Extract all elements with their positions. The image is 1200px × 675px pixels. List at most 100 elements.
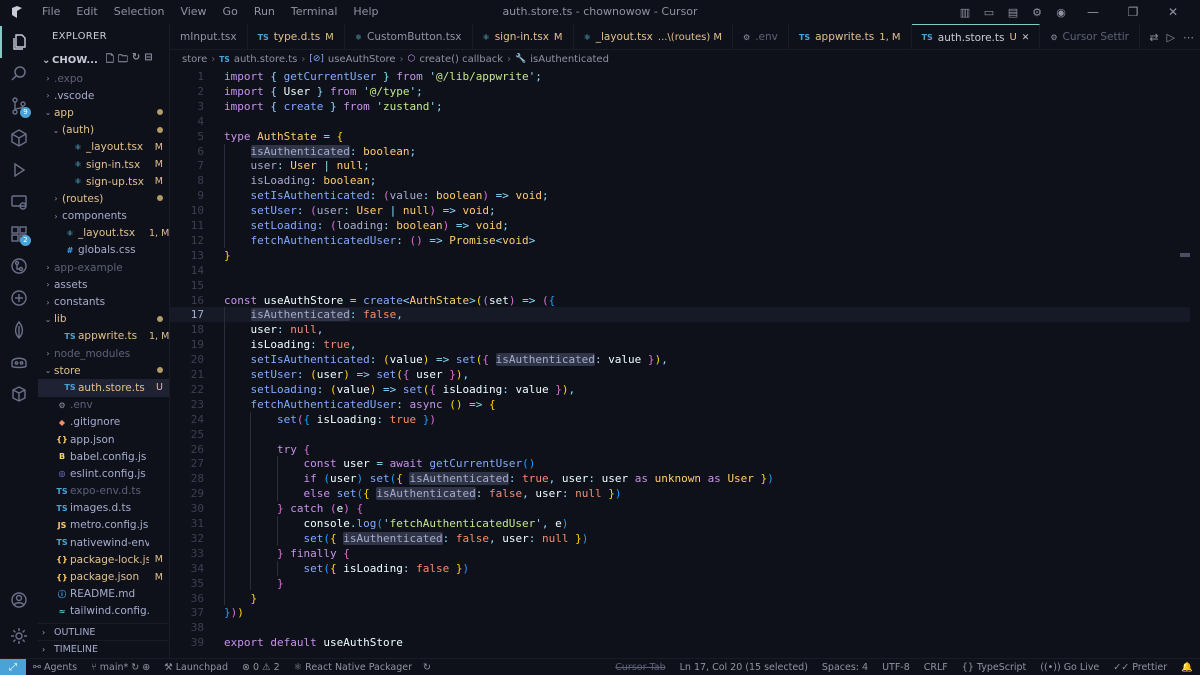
menu-selection[interactable]: Selection <box>106 0 173 24</box>
toggle-secondary-sidebar-icon[interactable]: ▤ <box>1006 5 1020 19</box>
menu-help[interactable]: Help <box>345 0 386 24</box>
split-editor-icon[interactable]: ⇄ <box>1149 31 1158 44</box>
code-line[interactable]: 20 setIsAuthenticated: (value) => set({ … <box>170 352 1190 367</box>
tree-file[interactable]: ⚛ sign-in.tsx M <box>38 156 169 173</box>
tree-file[interactable]: {}package-lock.json M <box>38 551 169 568</box>
tree-file[interactable]: {} package.json M <box>38 568 169 585</box>
editor-tab[interactable]: ⚙ Cursor Settir <box>1040 24 1140 49</box>
code-line[interactable]: 13} <box>170 248 1190 263</box>
code-line[interactable]: 7 user: User | null; <box>170 158 1190 173</box>
run-icon[interactable]: ▷ <box>1167 31 1175 44</box>
editor-tab[interactable]: TS auth.store.ts U ✕ <box>911 24 1041 49</box>
code-line[interactable]: 37})) <box>170 605 1190 620</box>
tree-folder[interactable]: ⌄ lib <box>38 311 169 328</box>
code-line[interactable]: 10 setUser: (user: User | null) => void; <box>170 203 1190 218</box>
tree-file[interactable]: {} app.json <box>38 431 169 448</box>
new-folder-icon[interactable]: 🗀 <box>118 52 128 69</box>
code-line[interactable]: 21 setUser: (user) => set({ user }), <box>170 367 1190 382</box>
editor-tab[interactable]: TS appwrite.ts 1, M <box>789 24 912 49</box>
tree-folder[interactable]: › .expo <box>38 70 169 87</box>
code-line[interactable]: 26 try { <box>170 442 1190 457</box>
manage-gear-icon[interactable] <box>0 620 38 652</box>
code-line[interactable]: 19 isLoading: true, <box>170 337 1190 352</box>
code-line[interactable]: 36 } <box>170 591 1190 606</box>
extensions-box-icon[interactable] <box>0 122 38 154</box>
editor-tab[interactable]: ⚙ .env <box>733 24 789 49</box>
code-line[interactable]: 24 set({ isLoading: true }) <box>170 412 1190 427</box>
tree-file[interactable]: # globals.css <box>38 242 169 259</box>
code-line[interactable]: 22 setLoading: (value) => set({ isLoadin… <box>170 382 1190 397</box>
code-line[interactable]: 35 } <box>170 576 1190 591</box>
tree-folder[interactable]: ⌄ (auth) <box>38 122 169 139</box>
encoding-status[interactable]: UTF-8 <box>875 662 917 673</box>
code-line[interactable]: 5 type AuthState = { <box>170 129 1190 144</box>
mongodb-leaf-icon[interactable] <box>0 314 38 346</box>
language-status[interactable]: {} TypeScript <box>955 662 1033 673</box>
agents-status[interactable]: ⚯ Agents <box>26 662 84 673</box>
toggle-panel-icon[interactable]: ▭ <box>982 5 996 19</box>
code-line[interactable]: 39 export default useAuthStore <box>170 635 1190 650</box>
code-line[interactable]: 31 console.log('fetchAuthenticatedUser',… <box>170 516 1190 531</box>
breadcrumb-symbol[interactable]: useAuthStore <box>328 54 396 65</box>
tree-folder[interactable]: › (routes) <box>38 190 169 207</box>
tree-folder[interactable]: › constants <box>38 293 169 310</box>
account-icon[interactable]: ◉ <box>1054 5 1068 19</box>
remote-explorer-icon[interactable] <box>0 186 38 218</box>
code-line[interactable]: 16 const useAuthStore = create<AuthState>… <box>170 293 1190 308</box>
cursor-tab-status[interactable]: Cursor Tab <box>608 662 672 673</box>
code-editor[interactable]: 1 import { getCurrentUser } from '@/lib/a… <box>170 68 1190 658</box>
tree-file[interactable]: ⚙ .env <box>38 397 169 414</box>
code-line[interactable]: 6 isAuthenticated: boolean; <box>170 144 1190 159</box>
tree-file[interactable]: ⓘ README.md <box>38 586 169 603</box>
tree-file[interactable]: TSnativewind-env.d.ts <box>38 534 169 551</box>
indentation-status[interactable]: Spaces: 4 <box>815 662 875 673</box>
code-line[interactable]: 1 import { getCurrentUser } from '@/lib/a… <box>170 69 1190 84</box>
toggle-sidebar-icon[interactable]: ▥ <box>958 5 972 19</box>
code-line[interactable]: 23 fetchAuthenticatedUser: async () => { <box>170 397 1190 412</box>
tree-file[interactable]: Bbabel.config.js <box>38 448 169 465</box>
explorer-root[interactable]: ⌄ CHOW... 🗋 🗀 ↻ ⊟ <box>38 50 169 70</box>
docker-icon[interactable] <box>0 282 38 314</box>
new-file-icon[interactable]: 🗋 <box>106 52 114 69</box>
tree-file[interactable]: ⚛ _layout.tsx M <box>38 139 169 156</box>
tree-folder[interactable]: › assets <box>38 276 169 293</box>
breadcrumb-property[interactable]: isAuthenticated <box>530 54 609 65</box>
code-line[interactable]: 15 <box>170 278 1190 293</box>
editor-tab[interactable]: mInput.tsx <box>170 24 248 49</box>
tree-file[interactable]: ◎ eslint.config.js <box>38 465 169 482</box>
code-line[interactable]: 27 const user = await getCurrentUser() <box>170 456 1190 471</box>
git-graph-icon[interactable] <box>0 250 38 282</box>
restore-icon[interactable]: ❐ <box>1118 5 1148 19</box>
code-line[interactable]: 32 set({ isAuthenticated: false, user: n… <box>170 531 1190 546</box>
code-line[interactable]: 34 set({ isLoading: false }) <box>170 561 1190 576</box>
settings-icon[interactable]: ⚙ <box>1030 5 1044 19</box>
code-line[interactable]: 12 fetchAuthenticatedUser: () => Promise… <box>170 233 1190 248</box>
remote-indicator-icon[interactable]: ⤢ <box>0 658 26 675</box>
menu-terminal[interactable]: Terminal <box>283 0 346 24</box>
notifications-bell-icon[interactable]: 🔔 <box>1174 662 1200 673</box>
editor-tab[interactable]: TS type.d.ts M <box>248 24 345 49</box>
timeline-section[interactable]: › TIMELINE <box>38 640 169 657</box>
code-line[interactable]: 14 <box>170 263 1190 278</box>
tree-folder[interactable]: ⌄ store <box>38 362 169 379</box>
explorer-icon[interactable] <box>0 26 38 58</box>
copilot-icon[interactable] <box>0 346 38 378</box>
collapse-all-icon[interactable]: ⊟ <box>144 52 152 69</box>
menu-file[interactable]: File <box>34 0 68 24</box>
tree-folder[interactable]: › .vscode <box>38 87 169 104</box>
menu-run[interactable]: Run <box>246 0 283 24</box>
tree-file[interactable]: TS appwrite.ts 1, M <box>38 328 169 345</box>
breadcrumb-callback[interactable]: create() callback <box>419 54 503 65</box>
breadcrumb-file[interactable]: auth.store.ts <box>234 54 298 65</box>
tree-file[interactable]: TS auth.store.ts U <box>38 379 169 397</box>
tree-file[interactable]: TS images.d.ts <box>38 500 169 517</box>
code-line[interactable]: 29 else set({ isAuthenticated: false, us… <box>170 486 1190 501</box>
tree-folder[interactable]: › node_modules <box>38 345 169 362</box>
eol-status[interactable]: CRLF <box>917 662 955 673</box>
code-line[interactable]: 18 user: null, <box>170 322 1190 337</box>
menu-go[interactable]: Go <box>215 0 246 24</box>
tree-file[interactable]: JS metro.config.js <box>38 517 169 534</box>
close-icon[interactable]: ✕ <box>1158 5 1188 19</box>
code-line[interactable]: 33 } finally { <box>170 546 1190 561</box>
code-line[interactable]: 8 isLoading: boolean; <box>170 173 1190 188</box>
